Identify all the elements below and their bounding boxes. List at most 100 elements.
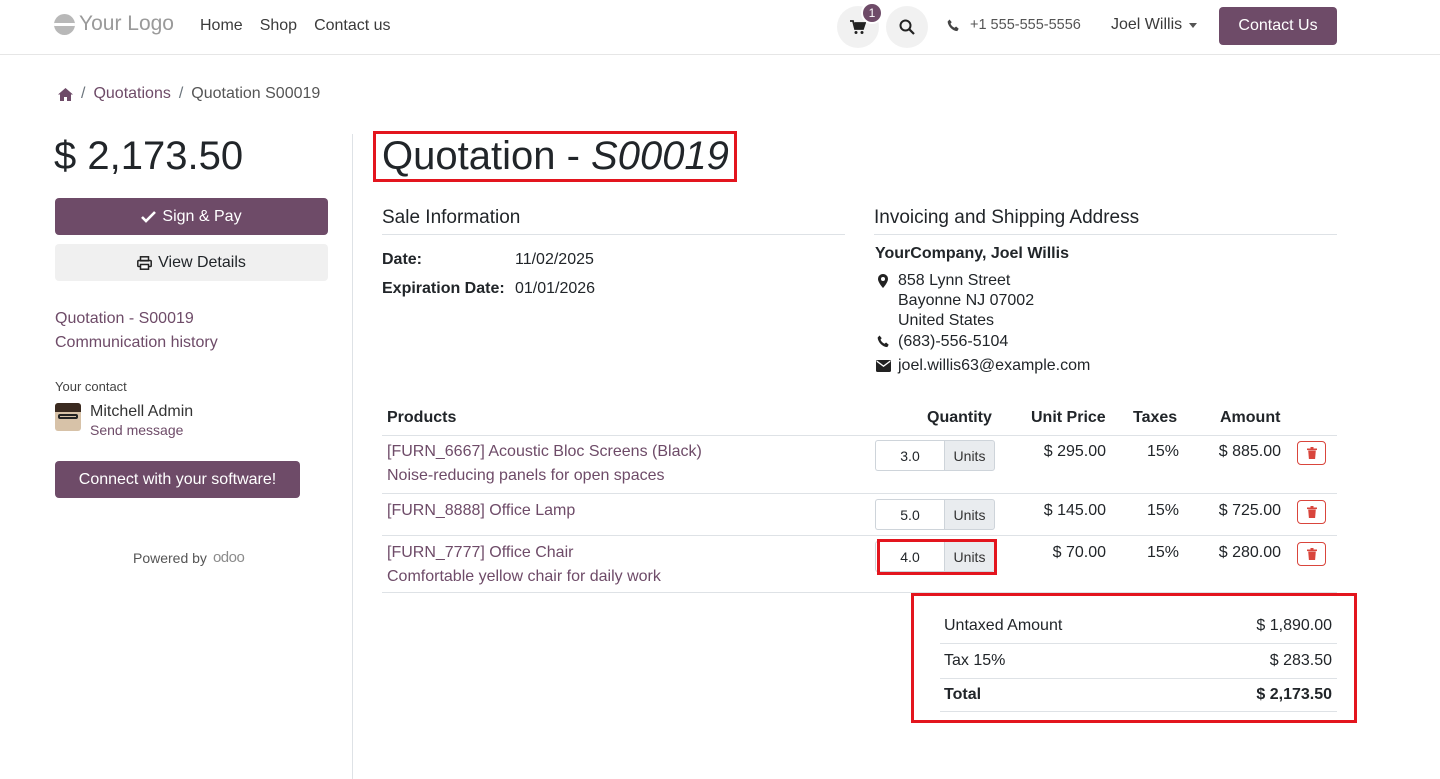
trash-icon <box>1306 506 1317 518</box>
unit-label: Units <box>944 440 995 471</box>
untaxed-amount-label: Untaxed Amount <box>944 617 1063 634</box>
nav-link-home[interactable]: Home <box>200 17 243 35</box>
title-highlight-box <box>373 131 737 182</box>
column-header-amount: Amount <box>1220 409 1281 426</box>
customer-email: joel.willis63@example.com <box>898 357 1091 374</box>
column-divider <box>352 134 353 779</box>
column-header-quantity: Quantity <box>927 409 992 426</box>
sidebar-link-quotation[interactable]: Quotation - S00019 <box>55 307 218 331</box>
nav-link-shop[interactable]: Shop <box>260 17 297 35</box>
nav-link-contact[interactable]: Contact us <box>314 17 390 35</box>
logo-text: Your Logo <box>79 12 174 35</box>
map-marker-icon <box>878 274 888 288</box>
address-street: 858 Lynn Street <box>898 272 1011 289</box>
unit-price: $ 295.00 <box>1043 443 1106 460</box>
site-logo[interactable]: Your Logo <box>54 12 174 36</box>
salesperson-name: Mitchell Admin <box>90 403 194 420</box>
quotation-total-amount: $ 2,173.50 <box>54 134 244 178</box>
product-link[interactable]: [FURN_8888] Office Lamp <box>387 502 575 520</box>
date-value: 11/02/2025 <box>515 251 594 268</box>
powered-by: Powered by odoo <box>133 549 245 566</box>
search-button[interactable] <box>886 6 928 48</box>
section-divider <box>382 234 845 235</box>
breadcrumb-separator: / <box>81 85 86 102</box>
quantity-input[interactable] <box>875 440 944 471</box>
address-heading: Invoicing and Shipping Address <box>874 207 1140 228</box>
breadcrumb: / Quotations / Quotation S00019 <box>58 85 320 103</box>
main-menu: Home Shop Contact us <box>200 17 391 35</box>
unit-price: $ 145.00 <box>1043 502 1106 519</box>
delete-line-button[interactable] <box>1297 441 1326 465</box>
home-icon[interactable] <box>58 87 73 101</box>
user-name: Joel Willis <box>1111 16 1183 33</box>
user-menu-dropdown[interactable]: Joel Willis <box>1111 16 1198 34</box>
table-divider <box>382 493 1337 494</box>
tax-value: $ 283.50 <box>1269 652 1332 669</box>
phone-icon <box>947 19 959 31</box>
sign-pay-button[interactable]: Sign & Pay <box>55 198 328 235</box>
breadcrumb-quotations[interactable]: Quotations <box>93 85 170 103</box>
print-icon <box>137 255 153 270</box>
untaxed-amount-value: $ 1,890.00 <box>1256 617 1332 634</box>
send-message-link[interactable]: Send message <box>90 421 193 439</box>
salesperson-contact: Mitchell Admin Send message <box>55 403 193 439</box>
sidebar-nav: Quotation - S00019 Communication history <box>55 307 218 355</box>
cart-button[interactable]: 1 <box>837 2 883 48</box>
line-amount: $ 280.00 <box>1218 544 1281 561</box>
contact-us-button[interactable]: Contact Us <box>1219 7 1337 45</box>
tax-rate: 15% <box>1146 443 1179 460</box>
quantity-input[interactable] <box>875 499 944 530</box>
tax-label: Tax 15% <box>944 652 1006 669</box>
tax-rate: 15% <box>1146 544 1179 561</box>
sign-pay-label: Sign & Pay <box>162 207 242 225</box>
phone-number: +1 555-555-5556 <box>970 17 1081 33</box>
product-link[interactable]: [FURN_6667] Acoustic Bloc Screens (Black… <box>387 443 702 461</box>
top-navbar: Your Logo Home Shop Contact us 1 +1 555-… <box>0 0 1440 55</box>
phone-icon <box>877 335 889 348</box>
line-amount: $ 885.00 <box>1218 443 1281 460</box>
avatar <box>55 403 81 431</box>
powered-by-label: Powered by <box>133 549 207 566</box>
phone-link[interactable]: +1 555-555-5556 <box>947 17 1081 33</box>
column-header-taxes: Taxes <box>1133 409 1178 426</box>
view-details-button[interactable]: View Details <box>55 244 328 281</box>
quantity-highlight-box <box>877 539 997 575</box>
line-amount: $ 725.00 <box>1218 502 1281 519</box>
totals-divider <box>940 643 1337 644</box>
customer-phone: (683)-556-5104 <box>898 333 1009 350</box>
envelope-icon <box>876 360 891 372</box>
column-header-unit-price: Unit Price <box>1031 409 1106 426</box>
address-city: Bayonne NJ 07002 <box>898 292 1035 309</box>
caret-down-icon <box>1189 22 1198 28</box>
product-description: Comfortable yellow chair for daily work <box>387 568 661 585</box>
unit-price: $ 70.00 <box>1052 544 1106 561</box>
table-divider <box>382 435 1337 436</box>
expiration-date-value: 01/01/2026 <box>515 280 596 297</box>
search-icon <box>899 19 915 35</box>
connect-software-button[interactable]: Connect with your software! <box>55 461 300 498</box>
odoo-logo[interactable]: odoo <box>213 549 245 566</box>
your-contact-label: Your contact <box>55 379 127 394</box>
cart-icon <box>850 19 866 34</box>
expiration-date-label: Expiration Date: <box>382 280 505 297</box>
product-description: Noise-reducing panels for open spaces <box>387 467 665 484</box>
view-details-label: View Details <box>158 253 246 271</box>
check-icon <box>141 210 157 223</box>
delete-line-button[interactable] <box>1297 500 1326 524</box>
sale-information-heading: Sale Information <box>382 207 521 228</box>
product-link[interactable]: [FURN_7777] Office Chair <box>387 544 573 562</box>
tax-rate: 15% <box>1146 502 1179 519</box>
totals-divider <box>940 678 1337 679</box>
totals-divider <box>940 711 1337 712</box>
breadcrumb-current: Quotation S00019 <box>191 85 321 102</box>
sidebar-link-communication-history[interactable]: Communication history <box>55 331 218 355</box>
address-country: United States <box>898 312 995 329</box>
quantity-group: Units <box>875 440 995 471</box>
total-value: $ 2,173.50 <box>1256 686 1332 703</box>
logo-icon <box>54 13 75 35</box>
total-label: Total <box>944 686 982 703</box>
delete-line-button[interactable] <box>1297 542 1326 566</box>
column-header-products: Products <box>387 409 457 426</box>
trash-icon <box>1306 548 1317 560</box>
date-label: Date: <box>382 251 423 268</box>
